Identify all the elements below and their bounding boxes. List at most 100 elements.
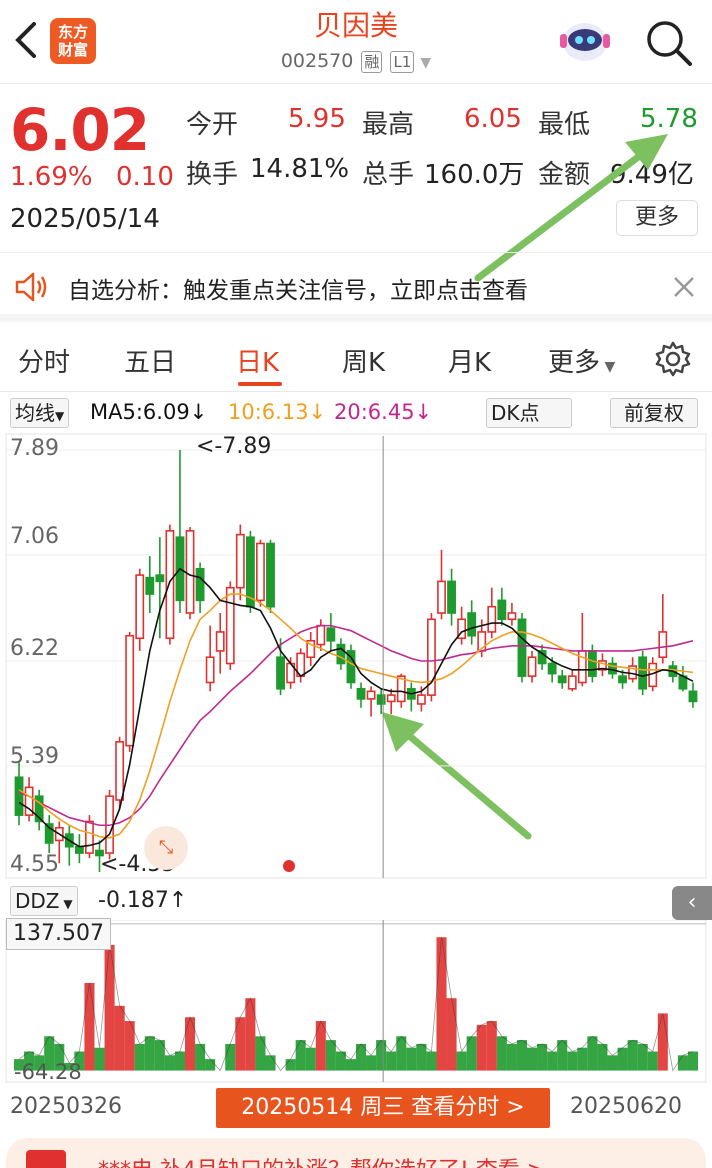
candle-body [517, 618, 527, 677]
candle-body [507, 612, 517, 621]
candle-body [688, 690, 698, 703]
candle-body [366, 690, 376, 700]
ddz-bar [386, 1051, 397, 1071]
ma5-line [18, 567, 694, 848]
x-axis-end: 20250620 [570, 1094, 682, 1119]
ddz-bar [617, 1047, 628, 1071]
crosshair-value: 137.507 [6, 918, 111, 950]
tab-intraday[interactable]: 分时 [18, 342, 70, 379]
caret-down-icon: ▼ [59, 897, 73, 911]
ddz-bar [547, 1051, 558, 1071]
candle-body [225, 586, 235, 665]
ddz-bar [687, 1051, 698, 1071]
candle-body [658, 631, 668, 659]
ddz-row: DDZ ▼ -0.187↑ ‹ [0, 884, 712, 920]
tab-monthly-k[interactable]: 月K [448, 342, 491, 379]
caret-down-icon: ▼ [600, 359, 616, 375]
ddz-bar [577, 1047, 588, 1071]
tab-more[interactable]: 更多 ▼ [548, 342, 615, 379]
promo-banner[interactable]: ***电 补4月缺口的补涨？帮你选好了! 查看 > [6, 1138, 706, 1168]
candle-body [215, 631, 225, 652]
ma-select-label: 均线 [15, 401, 55, 425]
megaphone-icon [26, 1150, 66, 1168]
dk-point-button[interactable]: DK点 [486, 398, 572, 428]
expand-icon[interactable]: ⤡ [144, 826, 188, 870]
candle-body [356, 687, 366, 700]
ddz-axis-low: -64.28 [14, 1060, 82, 1084]
ddz-bar [174, 1051, 185, 1071]
candle-body [74, 845, 84, 854]
ddz-bar [265, 1055, 276, 1071]
ddz-bar [426, 1051, 437, 1071]
candle-body [125, 634, 135, 747]
ddz-bar [496, 1036, 507, 1071]
gear-icon[interactable] [654, 340, 692, 382]
ddz-select[interactable]: DDZ ▼ [10, 886, 78, 916]
candle-body [527, 656, 537, 677]
ma5-value: MA5:6.09↓ [90, 400, 208, 424]
ddz-bar [637, 1043, 648, 1071]
ddz-value: -0.187↑ [98, 888, 188, 913]
candle-body [145, 576, 155, 595]
ddz-bar [486, 1021, 497, 1071]
candle-body [638, 656, 648, 690]
ddz-bar [185, 1017, 196, 1071]
ddz-bar [516, 1040, 527, 1071]
candle-body [467, 612, 477, 637]
candle-body [416, 694, 426, 705]
ddz-bar [456, 1051, 467, 1071]
candle-body [326, 627, 336, 642]
close-icon[interactable] [672, 275, 696, 303]
notice-text: 自选分析：触发重点关注信号，立即点击查看 [68, 278, 528, 304]
ddz-bar [305, 1047, 316, 1071]
active-tab-underline [238, 382, 282, 386]
candle-body [85, 820, 94, 854]
y-axis-label: 7.89 [10, 436, 59, 461]
ddz-bar [647, 1051, 658, 1071]
kline-chart[interactable] [0, 432, 712, 882]
ddz-bar [255, 1036, 266, 1071]
x-axis-start: 20250326 [10, 1094, 122, 1119]
ddz-bar [406, 1047, 417, 1071]
ddz-bar [537, 1043, 548, 1071]
candle-body [567, 675, 577, 690]
tab-more-label: 更多 [548, 348, 601, 378]
candle-body [256, 542, 265, 602]
candle-body [266, 542, 275, 608]
tab-five-day[interactable]: 五日 [124, 342, 176, 379]
candle-body [115, 741, 125, 801]
ddz-bar [627, 1040, 638, 1071]
y-axis-label: 7.06 [10, 524, 59, 549]
collapse-panel-icon[interactable]: ‹ [672, 886, 712, 920]
ddz-bar [154, 1040, 165, 1071]
candle-body [205, 656, 215, 684]
ddz-bar [114, 1005, 125, 1071]
view-intraday-button[interactable]: 20250514 周三 查看分时 > [216, 1088, 550, 1128]
period-tabs: 分时 五日 日K 周K 月K 更多 ▼ [0, 330, 712, 392]
ddz-bar [677, 1055, 688, 1071]
tab-daily-k[interactable]: 日K [236, 342, 279, 379]
candle-body [547, 662, 557, 675]
candle-body [587, 650, 597, 677]
candle-body [497, 599, 507, 621]
tab-weekly-k[interactable]: 周K [342, 342, 385, 379]
ddz-bar [195, 1043, 206, 1071]
speaker-icon [14, 271, 48, 307]
candle-body [336, 643, 346, 665]
ddz-select-label: DDZ [15, 889, 60, 913]
ddz-bar [295, 1040, 306, 1071]
ddz-bar [134, 1043, 145, 1071]
ma-select[interactable]: 均线▼ [10, 398, 70, 428]
candle-body [185, 530, 195, 614]
ddz-bar [476, 1024, 487, 1071]
notice-bar[interactable]: 自选分析：触发重点关注信号，立即点击查看 [0, 252, 712, 322]
ddz-bar [104, 944, 115, 1071]
ddz-bar [506, 1043, 517, 1071]
adjust-button[interactable]: 前复权 [610, 398, 698, 428]
candle-body [487, 605, 497, 633]
candle-body [316, 624, 326, 646]
ddz-bar [84, 982, 95, 1071]
candle-body [386, 694, 396, 703]
ddz-bar [345, 1059, 356, 1071]
ddz-bar [245, 998, 256, 1071]
